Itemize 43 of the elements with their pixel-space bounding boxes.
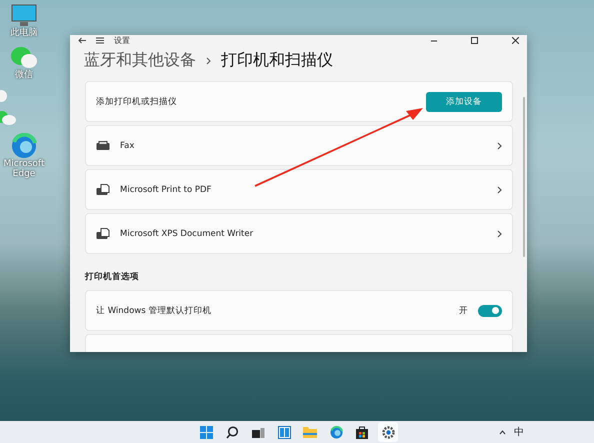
back-arrow-icon[interactable] <box>78 37 86 44</box>
menu-icon[interactable] <box>96 37 104 44</box>
add-device-button[interactable]: 添加设备 <box>426 92 502 112</box>
printer-row[interactable]: Fax <box>85 125 513 166</box>
printer-row[interactable]: Microsoft XPS Document Writer <box>85 213 513 254</box>
taskbar-button[interactable] <box>378 422 398 442</box>
chevron-up-icon[interactable] <box>499 430 506 434</box>
maximize-icon[interactable] <box>471 37 478 44</box>
search-icon <box>226 426 238 438</box>
minimize-icon[interactable] <box>431 38 437 44</box>
monitor-icon <box>11 4 37 28</box>
input-method-indicator[interactable]: 中 <box>514 425 524 439</box>
chevron-right-icon <box>206 56 211 64</box>
close-icon[interactable] <box>512 37 519 44</box>
printer-name: Microsoft XPS Document Writer <box>120 228 254 238</box>
gear-icon <box>382 426 394 438</box>
task-view-icon <box>252 426 264 438</box>
fax-icon <box>96 140 110 150</box>
section-heading: 打印机首选项 <box>85 271 140 283</box>
row-label: 添加打印机或扫描仪 <box>96 96 178 108</box>
folder-icon <box>303 426 317 438</box>
printer-name: Microsoft Print to PDF <box>120 184 212 194</box>
breadcrumb-item[interactable]: 蓝牙和其他设备 <box>84 50 196 71</box>
chat-bubbles-icon <box>10 46 38 70</box>
window-title: 设置 <box>114 35 131 46</box>
shopping-bag-icon <box>356 426 368 438</box>
printer-icon <box>96 184 110 196</box>
setting-label: 让 Windows 管理默认打印机 <box>96 304 212 316</box>
printer-icon <box>96 228 110 240</box>
browser-logo-icon <box>11 132 37 159</box>
browser-logo-icon <box>330 426 342 438</box>
printer-name: Fax <box>120 140 136 150</box>
toggle-state-label: 开 <box>459 304 468 316</box>
chevron-right-icon <box>497 142 502 150</box>
widgets-icon <box>278 426 290 438</box>
breadcrumb-item: 打印机和扫描仪 <box>221 50 333 71</box>
chevron-right-icon <box>497 230 502 238</box>
toggle-switch[interactable] <box>478 304 502 316</box>
windows-logo-icon <box>200 426 212 438</box>
chat-bubble-icon <box>0 88 8 103</box>
chevron-right-icon <box>497 186 502 194</box>
chat-bubbles-icon <box>0 110 16 125</box>
printer-row[interactable]: Microsoft Print to PDF <box>85 169 513 210</box>
